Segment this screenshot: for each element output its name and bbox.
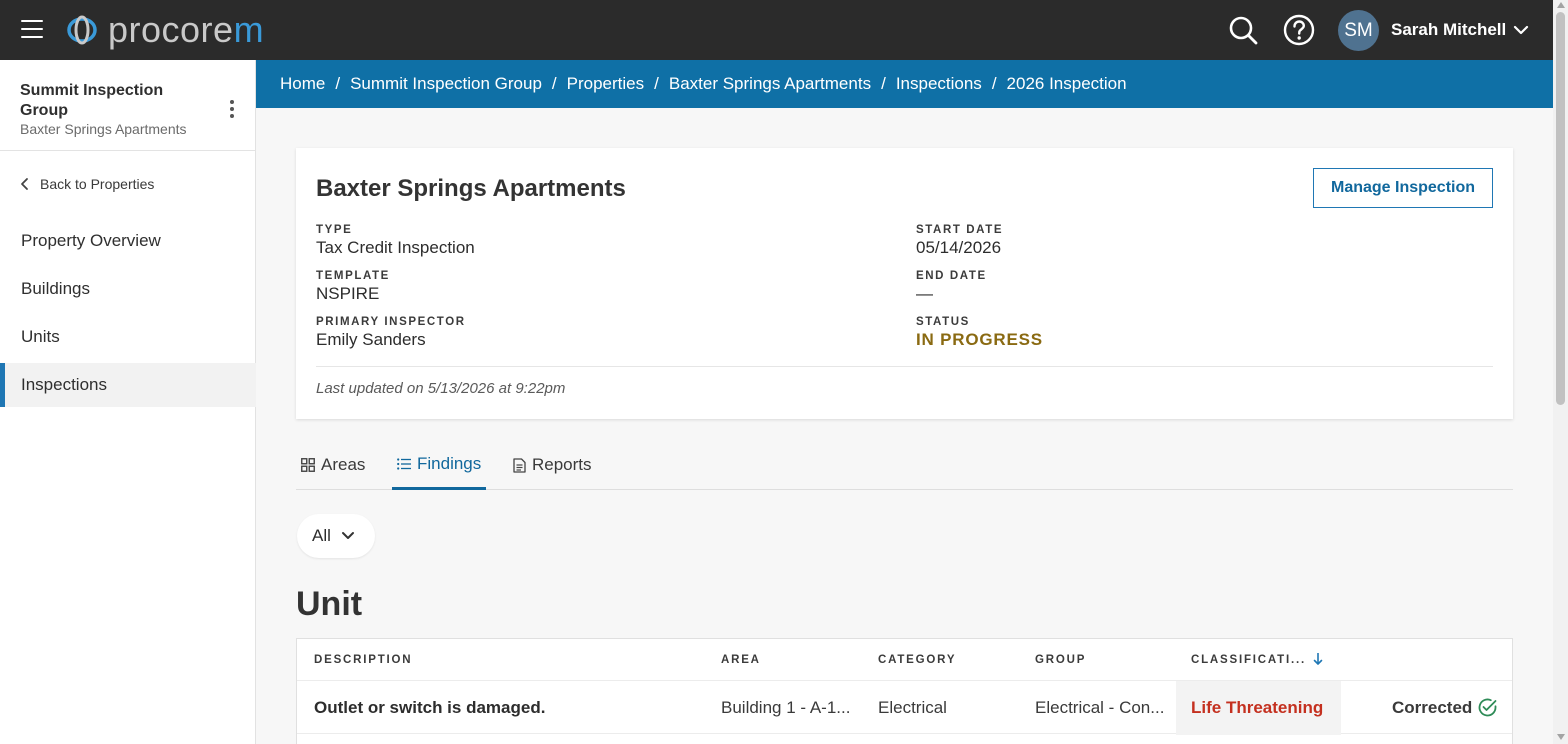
findings-table: DESCRIPTION AREA CATEGORY GROUP CLASSIFI… bbox=[296, 638, 1513, 744]
sidebar-item-label: Units bbox=[21, 327, 60, 346]
breadcrumb: Home / Summit Inspection Group / Propert… bbox=[256, 60, 1553, 108]
sidebar-item-label: Inspections bbox=[21, 375, 107, 394]
check-circle-icon bbox=[1478, 698, 1497, 717]
org-name: Summit Inspection Group bbox=[20, 82, 164, 119]
document-icon bbox=[513, 457, 526, 473]
tab-label: Reports bbox=[532, 455, 592, 474]
end-date-value: — bbox=[916, 284, 933, 303]
finding-category: Electrical bbox=[878, 698, 947, 717]
inspection-summary-card: Baxter Springs Apartments Manage Inspect… bbox=[296, 148, 1513, 419]
org-property-name: Baxter Springs Apartments bbox=[20, 121, 187, 137]
logo-mark-icon bbox=[67, 15, 97, 45]
finding-group: Electrical - Con... bbox=[1035, 698, 1165, 717]
tab-reports[interactable]: Reports bbox=[513, 440, 592, 490]
finding-classification: Life Threatening bbox=[1191, 698, 1324, 717]
sidebar-item-property-overview[interactable]: Property Overview bbox=[0, 219, 256, 263]
finding-classification-cell: Life Threatening bbox=[1176, 681, 1341, 735]
finding-description: Outlet or switch is damaged. bbox=[314, 698, 546, 717]
sidebar-item-buildings[interactable]: Buildings bbox=[0, 267, 256, 311]
chevron-left-icon bbox=[21, 178, 28, 190]
avatar[interactable]: SM bbox=[1338, 10, 1379, 51]
start-date-value: 05/14/2026 bbox=[916, 238, 1002, 257]
primary-inspector-value: Emily Sanders bbox=[316, 330, 426, 349]
tab-findings[interactable]: Findings bbox=[392, 440, 487, 490]
breadcrumb-organization[interactable]: Summit Inspection Group bbox=[350, 74, 542, 94]
search-icon[interactable] bbox=[1227, 14, 1259, 46]
type-value: Tax Credit Inspection bbox=[316, 238, 475, 257]
section-title: Unit bbox=[296, 585, 363, 623]
findings-filter-select[interactable]: All bbox=[297, 514, 375, 558]
help-icon[interactable] bbox=[1283, 14, 1315, 46]
scroll-thumb[interactable] bbox=[1556, 12, 1565, 405]
breadcrumb-separator: / bbox=[991, 74, 997, 93]
back-link-label: Back to Properties bbox=[40, 176, 155, 192]
breadcrumb-separator: / bbox=[654, 74, 659, 93]
tab-areas[interactable]: Areas bbox=[301, 440, 365, 490]
column-header-area[interactable]: AREA bbox=[721, 654, 761, 666]
finding-area: Building 1 - A-1... bbox=[721, 698, 851, 717]
status-label: STATUS bbox=[916, 316, 970, 328]
org-header: Summit Inspection Group Baxter Springs A… bbox=[0, 60, 255, 151]
breadcrumb-property[interactable]: Baxter Springs Apartments bbox=[669, 74, 871, 94]
breadcrumb-separator: / bbox=[881, 74, 886, 93]
tab-label: Areas bbox=[321, 455, 366, 474]
column-header-group[interactable]: GROUP bbox=[1035, 654, 1086, 666]
more-options-icon[interactable] bbox=[226, 100, 238, 118]
page-scrollbar[interactable] bbox=[1553, 0, 1568, 744]
breadcrumb-inspections[interactable]: Inspections bbox=[896, 74, 982, 94]
top-bar: procorem SM Sarah Mitchell bbox=[0, 0, 1553, 60]
breadcrumb-properties[interactable]: Properties bbox=[567, 74, 644, 94]
user-name[interactable]: Sarah Mitchell bbox=[1391, 20, 1506, 40]
status-badge: IN PROGRESS bbox=[916, 330, 1043, 349]
sidebar-item-inspections[interactable]: Inspections bbox=[0, 363, 256, 407]
primary-inspector-label: PRIMARY INSPECTOR bbox=[316, 316, 466, 328]
inspection-tabs: Areas Findings Reports bbox=[296, 440, 1513, 490]
list-icon bbox=[397, 457, 411, 470]
column-header-description[interactable]: DESCRIPTION bbox=[314, 654, 412, 666]
grid-icon bbox=[301, 458, 315, 472]
column-header-category[interactable]: CATEGORY bbox=[878, 654, 956, 666]
breadcrumb-current-inspection[interactable]: 2026 Inspection bbox=[1007, 74, 1127, 94]
back-to-properties-link[interactable]: Back to Properties bbox=[20, 176, 154, 192]
scroll-up-arrow-icon[interactable] bbox=[1557, 2, 1565, 8]
finding-status: Corrected bbox=[1392, 698, 1473, 717]
logo-text: procorem bbox=[108, 9, 265, 50]
sidebar: Summit Inspection Group Baxter Springs A… bbox=[0, 60, 256, 744]
breadcrumb-home[interactable]: Home bbox=[280, 74, 325, 94]
tab-label: Findings bbox=[417, 453, 482, 473]
hamburger-menu-icon[interactable] bbox=[21, 20, 43, 40]
column-header-classification[interactable]: CLASSIFICATI... bbox=[1191, 654, 1306, 666]
sidebar-item-label: Property Overview bbox=[21, 231, 161, 250]
chevron-down-icon bbox=[341, 532, 354, 539]
breadcrumb-separator: / bbox=[335, 74, 341, 93]
page-title: Baxter Springs Apartments bbox=[316, 175, 626, 202]
chevron-down-icon[interactable] bbox=[1512, 21, 1530, 39]
template-label: TEMPLATE bbox=[316, 270, 390, 282]
card-divider bbox=[316, 366, 1493, 367]
sidebar-item-label: Buildings bbox=[21, 279, 90, 298]
last-updated-text: Last updated on 5/13/2026 at 9:22pm bbox=[316, 380, 566, 397]
template-value: NSPIRE bbox=[316, 284, 380, 303]
breadcrumb-separator: / bbox=[551, 74, 557, 93]
filter-selected-value: All bbox=[312, 526, 331, 545]
app-logo[interactable]: procorem bbox=[66, 12, 264, 48]
table-row[interactable]: Outlet or switch is damaged. Building 1 … bbox=[297, 680, 1512, 735]
sidebar-item-units[interactable]: Units bbox=[0, 315, 256, 359]
scroll-down-arrow-icon[interactable] bbox=[1557, 734, 1565, 740]
sort-descending-icon[interactable] bbox=[1313, 652, 1323, 666]
end-date-label: END DATE bbox=[916, 270, 987, 282]
start-date-label: START DATE bbox=[916, 224, 1004, 236]
type-label: TYPE bbox=[316, 224, 353, 236]
manage-inspection-button[interactable]: Manage Inspection bbox=[1313, 168, 1493, 208]
